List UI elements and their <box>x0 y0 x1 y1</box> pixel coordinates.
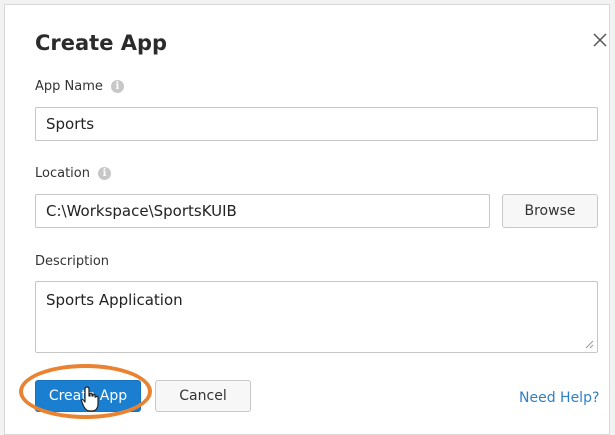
info-icon: i <box>97 167 111 180</box>
app-name-input[interactable]: Sports <box>35 107 598 141</box>
info-icon: i <box>110 80 124 93</box>
location-label-row: Location i <box>35 166 111 181</box>
location-input[interactable]: C:\Workspace\SportsKUIB <box>35 194 490 228</box>
app-name-label: App Name <box>35 79 103 94</box>
cancel-button-label: Cancel <box>179 388 227 404</box>
cancel-button[interactable]: Cancel <box>155 380 251 412</box>
app-name-value: Sports <box>46 115 95 133</box>
create-app-dialog: Create App App Name i Sports Location i … <box>4 4 610 435</box>
dialog-title: Create App <box>35 31 168 55</box>
browse-button-label: Browse <box>524 203 576 219</box>
need-help-link[interactable]: Need Help? <box>519 390 599 406</box>
resize-handle-icon[interactable] <box>584 339 594 349</box>
close-icon[interactable] <box>587 27 613 53</box>
description-label: Description <box>35 254 110 269</box>
description-textarea[interactable]: Sports Application <box>35 281 598 353</box>
location-value: C:\Workspace\SportsKUIB <box>46 202 237 220</box>
hand-cursor-icon <box>80 386 99 412</box>
description-value: Sports Application <box>46 291 183 309</box>
browse-button[interactable]: Browse <box>502 194 598 228</box>
location-label: Location <box>35 166 90 181</box>
description-label-row: Description <box>35 254 109 269</box>
app-name-label-row: App Name i <box>35 79 124 94</box>
